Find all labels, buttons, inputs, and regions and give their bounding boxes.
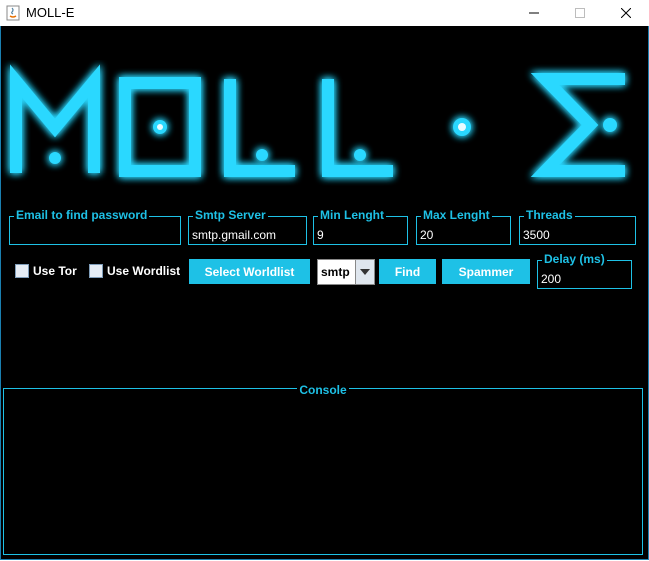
use-wordlist-label: Use Wordlist bbox=[107, 264, 181, 278]
use-wordlist-box[interactable] bbox=[89, 264, 103, 278]
chevron-down-icon bbox=[360, 269, 370, 275]
close-icon bbox=[621, 8, 631, 18]
console-panel[interactable]: Console bbox=[3, 383, 643, 555]
threads-input[interactable]: 3500 bbox=[523, 228, 550, 242]
java-icon bbox=[6, 5, 20, 21]
maximize-icon bbox=[575, 8, 585, 18]
smtp-server-input[interactable]: smtp.gmail.com bbox=[192, 228, 276, 242]
title-bar: MOLL-E bbox=[0, 0, 649, 26]
max-length-label: Max Lenght bbox=[421, 208, 492, 222]
minimize-icon bbox=[529, 12, 539, 14]
protocol-select[interactable]: smtp bbox=[317, 259, 375, 285]
threads-field[interactable]: Threads 3500 bbox=[519, 208, 636, 245]
email-field[interactable]: Email to find password bbox=[9, 208, 181, 245]
close-button[interactable] bbox=[603, 0, 649, 26]
moll-e-logo bbox=[10, 64, 625, 177]
delay-field[interactable]: Delay (ms) 200 bbox=[537, 252, 632, 289]
min-length-input[interactable]: 9 bbox=[317, 228, 324, 242]
max-length-input[interactable]: 20 bbox=[420, 228, 433, 242]
delay-input[interactable]: 200 bbox=[541, 272, 561, 286]
protocol-dropdown-button[interactable] bbox=[355, 260, 374, 284]
minimize-button[interactable] bbox=[511, 0, 557, 26]
email-label: Email to find password bbox=[14, 208, 150, 222]
console-label: Console bbox=[297, 383, 349, 397]
spammer-button[interactable]: Spammer bbox=[442, 259, 530, 284]
use-tor-box[interactable] bbox=[15, 264, 29, 278]
console-legend: Console bbox=[4, 381, 642, 399]
maximize-button[interactable] bbox=[557, 0, 603, 26]
protocol-select-value: smtp bbox=[321, 265, 350, 279]
use-tor-checkbox[interactable]: Use Tor bbox=[15, 264, 77, 278]
max-length-field[interactable]: Max Lenght 20 bbox=[416, 208, 511, 245]
select-wordlist-button[interactable]: Select Worldlist bbox=[189, 259, 310, 284]
use-tor-label: Use Tor bbox=[33, 264, 77, 278]
smtp-server-field[interactable]: Smtp Server smtp.gmail.com bbox=[188, 208, 307, 245]
min-length-label: Min Lenght bbox=[318, 208, 386, 222]
threads-label: Threads bbox=[524, 208, 575, 222]
delay-label: Delay (ms) bbox=[542, 252, 607, 266]
find-button[interactable]: Find bbox=[379, 259, 436, 284]
window-title: MOLL-E bbox=[26, 5, 75, 20]
smtp-server-label: Smtp Server bbox=[193, 208, 268, 222]
use-wordlist-checkbox[interactable]: Use Wordlist bbox=[89, 264, 180, 278]
min-length-field[interactable]: Min Lenght 9 bbox=[313, 208, 408, 245]
